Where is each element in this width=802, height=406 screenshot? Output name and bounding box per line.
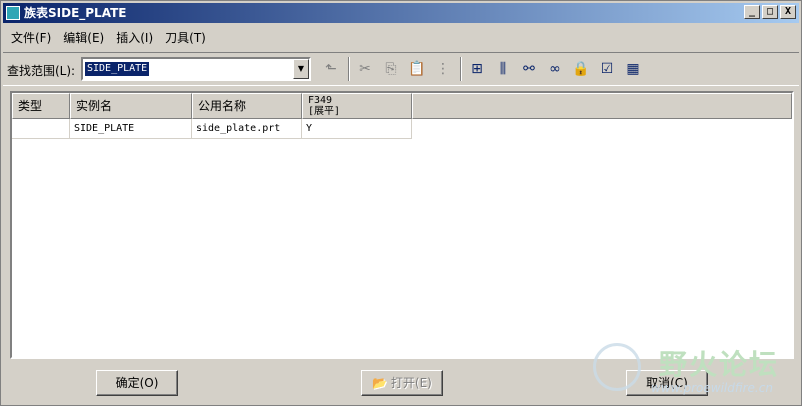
menu-bar: 文件(F) 编辑(E) 插入(I) 刀具(T) (3, 26, 799, 48)
ok-button[interactable]: 确定(O) (96, 370, 178, 396)
close-button[interactable]: X (780, 5, 796, 19)
menu-tools[interactable]: 刀具(T) (165, 29, 206, 46)
window-title: 族表SIDE_PLATE (24, 6, 127, 20)
column-header-instance-name[interactable]: 实例名 (70, 93, 192, 119)
column-header-empty (412, 93, 792, 119)
toolbar: 查找范围(L): SIDE_PLATE ▼ ⬑ ✂ ⎘ 📋 ⋮ ⊞ ⫼ ⚯ ∞ 🔒 ☑ ▦ (3, 52, 799, 86)
column-header-type[interactable]: 类型 (12, 93, 70, 119)
up-folder-icon[interactable]: ⬑ (319, 57, 343, 81)
table-cell-common-name[interactable]: side_plate.prt (192, 119, 302, 139)
minimize-button[interactable]: _ (744, 5, 760, 19)
window-controls: _ □ X (744, 5, 796, 19)
open-button[interactable]: 📂 打开(E) (361, 370, 443, 396)
verify-icon[interactable]: ☑ (595, 57, 619, 81)
find-scope-value: SIDE_PLATE (85, 62, 150, 76)
find-scope-label: 查找范围(L): (7, 64, 76, 78)
lock-icon[interactable]: 🔒 (569, 57, 593, 81)
toolbar-separator (348, 57, 350, 81)
open-button-label: 打开(E) (390, 376, 432, 390)
binoculars-icon[interactable]: ⚯ (517, 57, 541, 81)
find-scope-select[interactable]: SIDE_PLATE ▼ (81, 57, 311, 81)
family-table[interactable]: 类型 实例名 公用名称 F349 [展平] SIDE_PLATE side_pl… (10, 91, 794, 359)
app-icon (6, 6, 20, 20)
cut-icon[interactable]: ✂ (353, 57, 377, 81)
insert-instance-icon[interactable]: ⊞ (465, 57, 489, 81)
paste-icon[interactable]: 📋 (405, 57, 429, 81)
copy-icon[interactable]: ⎘ (379, 57, 403, 81)
menu-edit[interactable]: 编辑(E) (63, 29, 104, 46)
table-icon[interactable]: ▦ (621, 57, 645, 81)
table-cell-type[interactable] (12, 119, 70, 139)
chevron-down-icon[interactable]: ▼ (293, 59, 309, 79)
title-bar: 族表SIDE_PLATE _ □ X (3, 3, 799, 23)
table-cell-f349[interactable]: Y (302, 119, 412, 139)
maximize-button[interactable]: □ (762, 5, 778, 19)
pattern-icon[interactable]: ⋮ (431, 57, 455, 81)
glasses-icon[interactable]: ∞ (543, 57, 567, 81)
toolbar-icons: ⬑ ✂ ⎘ 📋 ⋮ ⊞ ⫼ ⚯ ∞ 🔒 ☑ ▦ (319, 57, 647, 81)
cancel-button[interactable]: 取消(C) (626, 370, 708, 396)
table-cell-instance-name[interactable]: SIDE_PLATE (70, 119, 192, 139)
column-header-f349[interactable]: F349 [展平] (302, 93, 412, 119)
menu-insert[interactable]: 插入(I) (116, 29, 153, 46)
column-header-common-name[interactable]: 公用名称 (192, 93, 302, 119)
insert-column-icon[interactable]: ⫼ (491, 57, 515, 81)
family-table-window: 族表SIDE_PLATE _ □ X 文件(F) 编辑(E) 插入(I) 刀具(… (0, 0, 802, 406)
open-folder-icon: 📂 (372, 376, 388, 390)
toolbar-separator (460, 57, 462, 81)
menu-file[interactable]: 文件(F) (11, 29, 51, 46)
